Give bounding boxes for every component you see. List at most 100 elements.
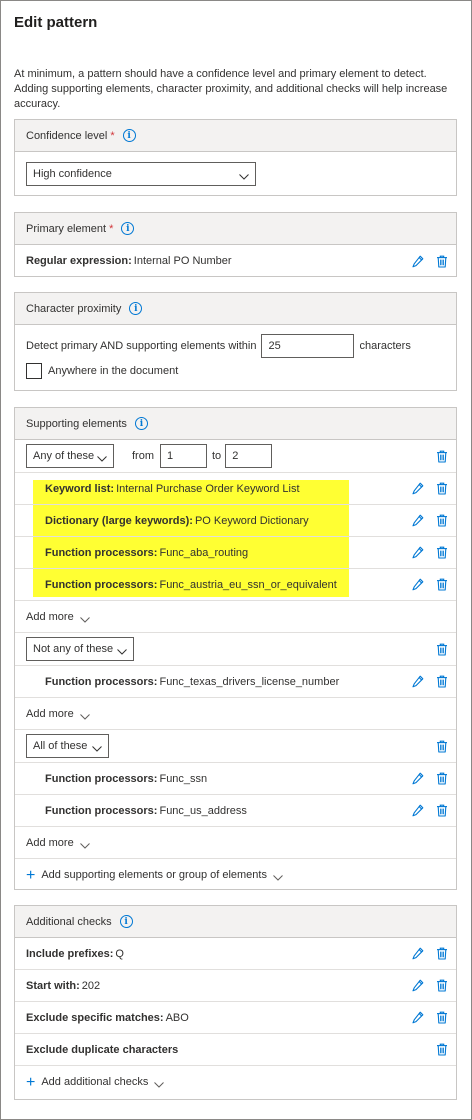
- info-icon[interactable]: i: [134, 417, 148, 430]
- item-label: Function processors:: [45, 772, 158, 785]
- proximity-card: Character proximity i Detect primary AND…: [14, 292, 457, 391]
- add-more-button[interactable]: Add more: [26, 611, 90, 623]
- group-selector[interactable]: Any of these: [26, 444, 114, 468]
- edit-icon[interactable]: [412, 675, 424, 688]
- edit-icon[interactable]: [412, 804, 424, 817]
- primary-value: Internal PO Number: [133, 255, 232, 267]
- checks-heading: Additional checks: [26, 915, 112, 928]
- to-label: to: [212, 450, 222, 462]
- check-label: Exclude specific matches:: [26, 1011, 164, 1024]
- check-item: Start with: 202: [15, 970, 456, 1002]
- delete-icon[interactable]: [436, 979, 448, 992]
- edit-icon[interactable]: [412, 482, 424, 495]
- delete-icon[interactable]: [436, 675, 448, 688]
- item-label: Dictionary (large keywords):: [45, 514, 193, 527]
- check-value: Q: [115, 947, 124, 960]
- chevron-down-icon: [79, 614, 90, 623]
- item-value: PO Keyword Dictionary: [194, 514, 309, 527]
- supporting-item: Dictionary (large keywords): PO Keyword …: [15, 505, 456, 537]
- proximity-prefix: Detect primary AND supporting elements w…: [26, 340, 257, 352]
- group-selector-value: Any of these: [33, 450, 95, 462]
- group-selector[interactable]: All of these: [26, 734, 109, 758]
- primary-header: Primary element * i: [15, 213, 456, 245]
- supporting-heading: Supporting elements: [26, 417, 127, 430]
- add-checks-button[interactable]: + Add additional checks: [26, 1073, 165, 1091]
- checks-card: Additional checks i Include prefixes: Q …: [14, 905, 457, 1100]
- plus-icon: +: [26, 1073, 36, 1091]
- confidence-select[interactable]: High confidence: [26, 162, 256, 186]
- confidence-heading: Confidence level: [26, 129, 108, 142]
- delete-icon[interactable]: [436, 578, 448, 591]
- add-more-label: Add more: [26, 707, 74, 720]
- proximity-input[interactable]: 25: [261, 334, 355, 358]
- confidence-card: Confidence level * i High confidence: [14, 119, 457, 196]
- delete-icon[interactable]: [436, 514, 448, 527]
- group2-header: Not any of these: [15, 633, 456, 666]
- delete-icon[interactable]: [436, 546, 448, 559]
- delete-icon[interactable]: [436, 643, 448, 656]
- supporting-item: Keyword list: Internal Purchase Order Ke…: [15, 473, 456, 505]
- item-label: Keyword list:: [45, 482, 115, 495]
- delete-icon[interactable]: [436, 1011, 448, 1024]
- add-more-label: Add more: [26, 610, 74, 623]
- group-selector[interactable]: Not any of these: [26, 637, 134, 661]
- primary-label: Regular expression:: [26, 255, 132, 267]
- item-label: Function processors:: [45, 804, 158, 817]
- check-value: 202: [81, 979, 101, 992]
- info-icon[interactable]: i: [119, 915, 133, 928]
- confidence-header: Confidence level * i: [15, 120, 456, 152]
- chevron-down-icon: [97, 453, 107, 462]
- item-label: Function processors:: [45, 675, 158, 688]
- item-label: Function processors:: [45, 578, 158, 591]
- delete-icon[interactable]: [436, 482, 448, 495]
- add-more-row: Add more: [15, 698, 456, 730]
- add-supporting-button[interactable]: + Add supporting elements or group of el…: [26, 867, 283, 883]
- item-label: Function processors:: [45, 546, 158, 559]
- edit-icon[interactable]: [412, 578, 424, 591]
- edit-icon[interactable]: [412, 947, 424, 960]
- delete-icon[interactable]: [436, 255, 448, 268]
- chevron-down-icon: [117, 646, 127, 655]
- item-value: Func_austria_eu_ssn_or_equivalent: [159, 578, 337, 591]
- proximity-suffix: characters: [359, 340, 411, 352]
- add-more-row: Add more: [15, 601, 456, 633]
- add-checks-label: Add additional checks: [41, 1076, 149, 1088]
- item-value: Func_aba_routing: [159, 546, 249, 559]
- supporting-item: Function processors: Func_us_address: [15, 795, 456, 827]
- to-input[interactable]: 2: [225, 444, 273, 468]
- delete-icon[interactable]: [436, 804, 448, 817]
- info-icon[interactable]: i: [121, 222, 135, 235]
- check-label: Start with:: [26, 979, 80, 992]
- add-more-button[interactable]: Add more: [26, 837, 90, 849]
- edit-icon[interactable]: [412, 1011, 424, 1024]
- add-more-row: Add more: [15, 827, 456, 859]
- confidence-selected: High confidence: [33, 168, 112, 180]
- check-label: Exclude duplicate characters: [26, 1043, 179, 1056]
- supporting-header: Supporting elements i: [15, 408, 456, 440]
- group3-header: All of these: [15, 730, 456, 763]
- primary-row: Regular expression: Internal PO Number: [15, 245, 456, 277]
- check-item: Exclude specific matches: ABO: [15, 1002, 456, 1034]
- edit-icon[interactable]: [412, 514, 424, 527]
- from-input[interactable]: 1: [160, 444, 207, 468]
- add-more-button[interactable]: Add more: [26, 708, 90, 720]
- chevron-down-icon: [239, 171, 249, 180]
- delete-icon[interactable]: [436, 1043, 448, 1056]
- edit-icon[interactable]: [412, 546, 424, 559]
- supporting-item: Function processors: Func_texas_drivers_…: [15, 666, 456, 698]
- delete-icon[interactable]: [436, 772, 448, 785]
- anywhere-label: Anywhere in the document: [48, 365, 179, 377]
- edit-icon[interactable]: [412, 255, 424, 268]
- anywhere-checkbox[interactable]: [26, 363, 42, 379]
- edit-icon[interactable]: [412, 772, 424, 785]
- edit-icon[interactable]: [412, 979, 424, 992]
- item-value: Func_texas_drivers_license_number: [159, 675, 340, 688]
- delete-icon[interactable]: [436, 450, 448, 463]
- intro-text: At minimum, a pattern should have a conf…: [14, 68, 448, 110]
- delete-icon[interactable]: [436, 740, 448, 753]
- info-icon[interactable]: i: [129, 302, 143, 315]
- delete-icon[interactable]: [436, 947, 448, 960]
- check-item: Exclude duplicate characters: [15, 1034, 456, 1066]
- chevron-down-icon: [79, 840, 90, 849]
- info-icon[interactable]: i: [122, 129, 136, 142]
